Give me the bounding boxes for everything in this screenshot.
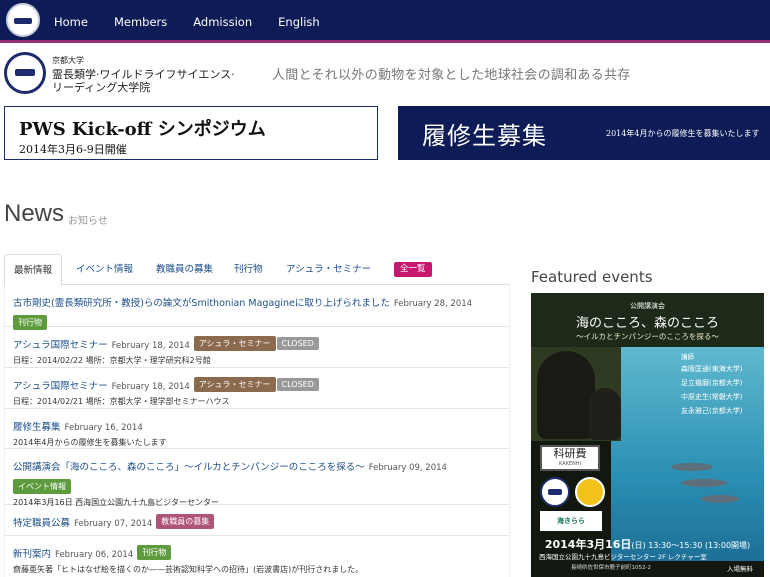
news-item-detail: 日程：2014/02/21 場所：京都大学・理学部セミナーハウス: [13, 397, 230, 406]
category-badge[interactable]: 教職員の募集: [156, 514, 215, 529]
dolphin-icon: [681, 479, 727, 487]
speaker-name: 足立幾磨(京都大学): [681, 379, 743, 387]
news-item-title[interactable]: 新刊案内: [13, 549, 51, 560]
nav-links: Home Members Admission English: [54, 0, 346, 43]
poster-title: 海のこころ、森のこころ: [575, 316, 719, 331]
mascot-logo-icon: [575, 477, 605, 507]
tab-ashura-seminar[interactable]: アシュラ・セミナー: [286, 254, 371, 285]
speaker-name: 友永雅己(京都大学): [681, 407, 743, 415]
nav-members[interactable]: Members: [114, 15, 167, 29]
news-item-date: February 18, 2014: [111, 382, 190, 392]
poster-speakers: 講師 森阪匡通(東海大学) 足立幾磨(京都大学) 中原史生(常磐大学) 友永雅己…: [681, 351, 764, 420]
kakenhi-logo: 科研費 KAKENHI: [540, 445, 600, 471]
university-logo-icon[interactable]: [6, 3, 40, 37]
category-badge[interactable]: イベント情報: [13, 478, 71, 494]
site-logo-icon[interactable]: [4, 52, 46, 94]
news-item-date: February 28, 2014: [393, 299, 473, 309]
news-item-date: February 18, 2014: [111, 341, 190, 351]
poster-date: 2014年3月16日(日) 13:30～15:30 (13:00開場): [531, 536, 764, 552]
recruitment-banner-subtitle: 2014年4月からの履修生を募集いたします: [606, 129, 760, 138]
news-item-detail: 齋藤亜矢著「ヒトはなぜ絵を描くのか——芸術認知科学への招待」(岩波書店)が刊行さ…: [13, 565, 364, 574]
nav-admission[interactable]: Admission: [193, 15, 252, 29]
nav-home[interactable]: Home: [54, 15, 88, 29]
poster-heading: 公開講演会: [630, 302, 665, 310]
list-item: アシュラ国際セミナー February 18, 2014 アシュラ・セミナー CLOS…: [5, 368, 509, 409]
top-navbar: Home Members Admission English: [0, 0, 770, 43]
closed-badge: CLOSED: [276, 378, 319, 391]
news-item-title[interactable]: 公開講演会「海のこころ、森のこころ」～イルカとチンパンジーのこころを探る～: [13, 462, 365, 473]
pws-logo-icon: [540, 477, 570, 507]
poster-date-bold: 2014年3月16日: [544, 538, 632, 551]
news-item-detail: 日程：2014/02/22 場所：京都大学・理学研究科2号館: [13, 356, 211, 365]
news-item-title[interactable]: アシュラ国際セミナー: [13, 340, 108, 351]
kaiyukan-logo: 海きらら: [540, 511, 602, 531]
symposium-banner-title: PWS Kick-off シンポジウム: [19, 119, 266, 140]
poster-admission: 入場無料: [727, 565, 753, 573]
site-tagline: 人間とそれ以外の動物を対象とした地球社会の調和ある共存: [272, 68, 631, 83]
dolphin-icon: [671, 463, 713, 471]
news-list: 古市剛史(霊長類研究所・教授)らの論文がSmithonian Magagineに…: [4, 285, 510, 577]
tab-staff-recruitment[interactable]: 教職員の募集: [156, 254, 213, 285]
news-item-detail: 2014年4月からの履修生を募集いたします: [13, 438, 167, 447]
chimpanzee-infant-icon: [589, 388, 621, 440]
kakenhi-label: 科研費: [553, 447, 587, 460]
kakenhi-sublabel: KAKENHI: [558, 461, 582, 467]
list-item: 公開講演会「海のこころ、森のこころ」～イルカとチンパンジーのこころを探る～ Feb…: [5, 449, 509, 507]
speaker-name: 中原史生(常磐大学): [681, 393, 743, 401]
closed-badge: CLOSED: [276, 337, 319, 350]
list-item: アシュラ国際セミナー February 18, 2014 アシュラ・セミナー CLOS…: [5, 327, 509, 368]
tab-all-button[interactable]: 全一覧: [394, 262, 432, 277]
list-item: 新刊案内 February 06, 2014 刊行物 齋藤亜矢著「ヒトはなぜ絵を描く…: [5, 536, 509, 577]
dolphin-icon: [701, 495, 739, 503]
speaker-name: 森阪匡通(東海大学): [681, 365, 743, 373]
site-name-line2[interactable]: リーディング大学院: [52, 79, 150, 95]
news-heading: News: [4, 200, 65, 227]
tab-events[interactable]: イベント情報: [76, 254, 133, 285]
chimpanzee-adult-icon: [537, 351, 595, 439]
poster-address: 長崎県佐世保市鹿子前町1052-2: [571, 565, 651, 571]
list-item: 特定職員公募 February 07, 2014 教職員の募集: [5, 505, 509, 536]
nav-english[interactable]: English: [278, 15, 320, 29]
symposium-banner-date: 2014年3月6-9日開催: [19, 143, 127, 156]
news-item-date: February 07, 2014: [74, 519, 153, 529]
news-subheading: お知らせ: [68, 216, 108, 227]
symposium-banner[interactable]: PWS Kick-off シンポジウム 2014年3月6-9日開催: [4, 106, 378, 160]
news-item-title[interactable]: アシュラ国際セミナー: [13, 381, 108, 392]
news-item-date: February 09, 2014: [368, 463, 447, 473]
news-tabs: 最新情報 イベント情報 教職員の募集 刊行物 アシュラ・セミナー 全一覧: [4, 254, 510, 286]
category-badge[interactable]: アシュラ・セミナー: [193, 336, 276, 351]
poster-venue: 西海国立公園九十九島ビジターセンター 2F レクチャー室: [539, 553, 707, 561]
news-item-date: February 16, 2014: [64, 423, 143, 433]
university-name: 京都大学: [52, 56, 84, 65]
category-badge[interactable]: アシュラ・セミナー: [193, 377, 276, 392]
recruitment-banner-title: 履修生募集: [422, 122, 547, 150]
news-item-title[interactable]: 古市剛史(霊長類研究所・教授)らの論文がSmithonian Magagineに…: [13, 298, 390, 309]
news-item-date: February 06, 2014: [55, 550, 134, 560]
tab-publications[interactable]: 刊行物: [234, 254, 263, 285]
news-item-title[interactable]: 特定職員公募: [13, 518, 70, 529]
recruitment-banner[interactable]: 履修生募集 2014年4月からの履修生を募集いたします: [398, 106, 770, 160]
poster-header: 公開講演会 海のこころ、森のこころ ～イルカとチンパンジーのこころを探る～: [531, 293, 764, 347]
category-badge[interactable]: 刊行物: [137, 545, 172, 560]
poster-subtitle: ～イルカとチンパンジーのこころを探る～: [576, 332, 719, 341]
news-item-title[interactable]: 履修生募集: [13, 422, 61, 433]
speakers-label: 講師: [681, 353, 694, 361]
list-item: 古市剛史(霊長類研究所・教授)らの論文がSmithonian Magagineに…: [5, 285, 509, 330]
featured-events-heading: Featured events: [531, 268, 653, 286]
event-poster[interactable]: 公開講演会 海のこころ、森のこころ ～イルカとチンパンジーのこころを探る～ 講師…: [531, 293, 764, 577]
tab-latest[interactable]: 最新情報: [4, 254, 63, 286]
list-item: 履修生募集 February 16, 2014 2014年4月からの履修生を募集い…: [5, 409, 509, 449]
poster-date-rest: (日) 13:30～15:30 (13:00開場): [631, 541, 751, 550]
